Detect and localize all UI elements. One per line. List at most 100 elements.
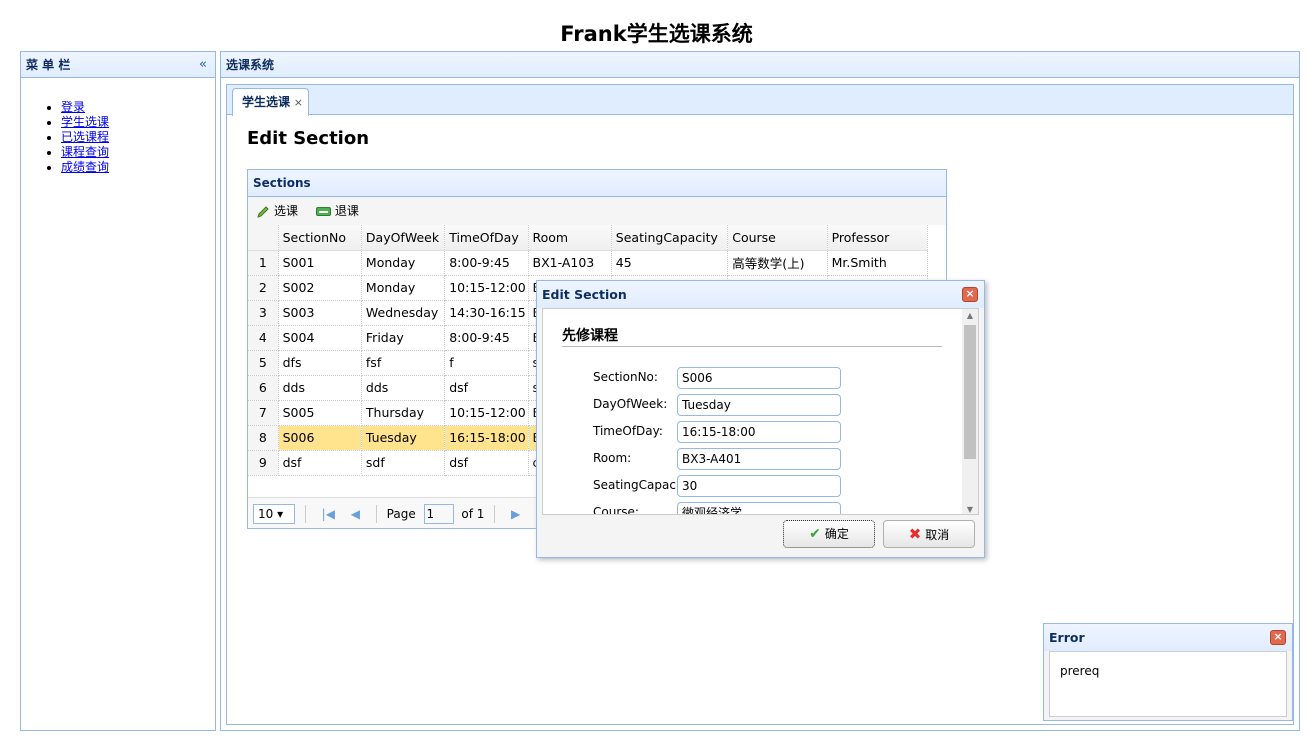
app-title: Frank学生选课系统 (560, 22, 753, 46)
seating-capacity-input[interactable]: 30 (677, 475, 841, 497)
sidebar-item-course-query: 课程查询 (61, 145, 215, 160)
error-header: Error × (1044, 624, 1292, 651)
pencil-icon (257, 205, 269, 218)
main-header: 选课系统 (221, 52, 1299, 78)
form-row-room: Room: BX3-A401 (593, 448, 893, 470)
form-row-section-no: SectionNo: S006 (593, 367, 893, 389)
table-cell: 10:15-12:00 (444, 400, 529, 426)
tab-label: 学生选课 (242, 95, 291, 109)
table-cell: dfs (278, 350, 362, 376)
scroll-down-icon[interactable]: ▼ (962, 505, 978, 514)
sidebar-link[interactable]: 学生选课 (61, 115, 109, 129)
column-header[interactable]: TimeOfDay (444, 225, 529, 251)
field-label: DayOfWeek: (593, 397, 668, 411)
dialog-close-icon[interactable]: × (962, 287, 978, 302)
row-number: 9 (248, 450, 279, 476)
column-header[interactable]: SectionNo (278, 225, 362, 251)
page-number-input[interactable]: 1 (423, 503, 454, 524)
first-page-icon[interactable]: |◀ (322, 504, 335, 524)
form-row-seating-capacity: SeatingCapacity: 30 (593, 475, 893, 497)
form-row-day-of-week: DayOfWeek: Tuesday (593, 394, 893, 416)
collapse-icon[interactable]: « (199, 52, 207, 78)
table-cell: Monday (361, 275, 446, 301)
row-number: 4 (248, 325, 279, 351)
tab-student-select[interactable]: 学生选课 × (232, 88, 309, 116)
column-header[interactable]: Course (727, 225, 828, 251)
dialog-scrollbar[interactable]: ▲ ▼ (962, 309, 978, 514)
grid-toolbar: 选课 退课 (248, 197, 946, 225)
drop-course-button[interactable]: 退课 (315, 197, 359, 225)
table-cell: dsf (278, 450, 362, 476)
room-input[interactable]: BX3-A401 (677, 448, 841, 470)
row-number-header (248, 225, 279, 251)
table-cell: S006 (278, 425, 362, 451)
column-header[interactable]: SeatingCapacity (611, 225, 729, 251)
table-row[interactable]: 1 S001 Monday 8:00-9:45 BX1-A103 45 高等数学… (248, 250, 929, 276)
table-cell: Friday (361, 325, 446, 351)
sidebar-item-select-course: 学生选课 (61, 115, 215, 130)
prev-page-icon[interactable]: ◀ (351, 504, 360, 524)
field-label: SectionNo: (593, 370, 658, 384)
table-cell: fsf (361, 350, 446, 376)
table-cell: 10:15-12:00 (444, 275, 529, 301)
section-no-input[interactable]: S006 (677, 367, 841, 389)
pager-separator (375, 504, 377, 523)
field-label: Course: (593, 505, 639, 515)
table-cell: Mr.Smith (827, 250, 929, 276)
table-cell: 8:00-9:45 (444, 250, 529, 276)
table-cell: 高等数学(上) (727, 250, 828, 276)
page-heading: Edit Section (247, 128, 370, 149)
scroll-up-icon[interactable]: ▲ (962, 311, 978, 320)
column-header[interactable]: DayOfWeek (361, 225, 446, 251)
page-size-select[interactable]: 10 ▾ (253, 503, 295, 524)
error-window: Error × prereq (1043, 623, 1293, 721)
row-number: 3 (248, 300, 279, 326)
form-divider (562, 346, 942, 347)
table-cell: Thursday (361, 400, 446, 426)
sidebar-link[interactable]: 课程查询 (61, 145, 109, 159)
main-title: 选课系统 (226, 58, 275, 72)
table-cell: 45 (611, 250, 729, 276)
error-body: prereq (1049, 651, 1287, 717)
tab-close-icon[interactable]: × (294, 89, 303, 116)
sidebar-link[interactable]: 已选课程 (61, 130, 109, 144)
cancel-button[interactable]: ✖ 取消 (883, 520, 975, 548)
grid-title: Sections (248, 170, 946, 197)
sidebar-panel: 菜 单 栏 « 登录 学生选课 已选课程 课程查询 成绩查询 (20, 51, 216, 731)
column-header[interactable]: Room (528, 225, 612, 251)
next-page-icon[interactable]: ▶ (511, 504, 520, 524)
table-cell: dds (361, 375, 446, 401)
sidebar-link[interactable]: 登录 (61, 100, 85, 114)
table-cell: S003 (278, 300, 362, 326)
cancel-label: 取消 (925, 528, 950, 542)
day-of-week-input[interactable]: Tuesday (677, 394, 841, 416)
form-heading: 先修课程 (562, 328, 618, 344)
time-of-day-input[interactable]: 16:15-18:00 (677, 421, 841, 443)
edit-section-dialog: Edit Section × 先修课程 SectionNo: S006 DayO… (536, 280, 985, 558)
confirm-label: 确定 (824, 527, 849, 541)
confirm-button[interactable]: ✔ 确定 (783, 520, 875, 548)
table-cell: S005 (278, 400, 362, 426)
page-total-label: of 1 (461, 506, 485, 521)
sidebar-item-selected-courses: 已选课程 (61, 130, 215, 145)
table-cell: BX1-A103 (528, 250, 612, 276)
select-course-button[interactable]: 选课 (256, 197, 298, 225)
table-cell: dsf (444, 450, 529, 476)
scrollbar-thumb[interactable] (964, 325, 976, 459)
dialog-title: Edit Section (542, 287, 627, 302)
table-cell: S001 (278, 250, 362, 276)
pager-separator (494, 504, 496, 523)
row-number: 1 (248, 250, 279, 276)
table-cell: f (444, 350, 529, 376)
column-header[interactable]: Professor (827, 225, 929, 251)
sidebar-link[interactable]: 成绩查询 (61, 160, 109, 174)
table-cell: 8:00-9:45 (444, 325, 529, 351)
row-number: 6 (248, 375, 279, 401)
table-cell: dsf (444, 375, 529, 401)
field-label: Room: (593, 451, 632, 465)
course-input[interactable]: 微观经济学 (677, 502, 841, 514)
table-cell: Wednesday (361, 300, 446, 326)
table-cell: S004 (278, 325, 362, 351)
table-header-row: SectionNo DayOfWeek TimeOfDay Room Seati… (248, 225, 929, 251)
error-close-icon[interactable]: × (1270, 630, 1286, 645)
